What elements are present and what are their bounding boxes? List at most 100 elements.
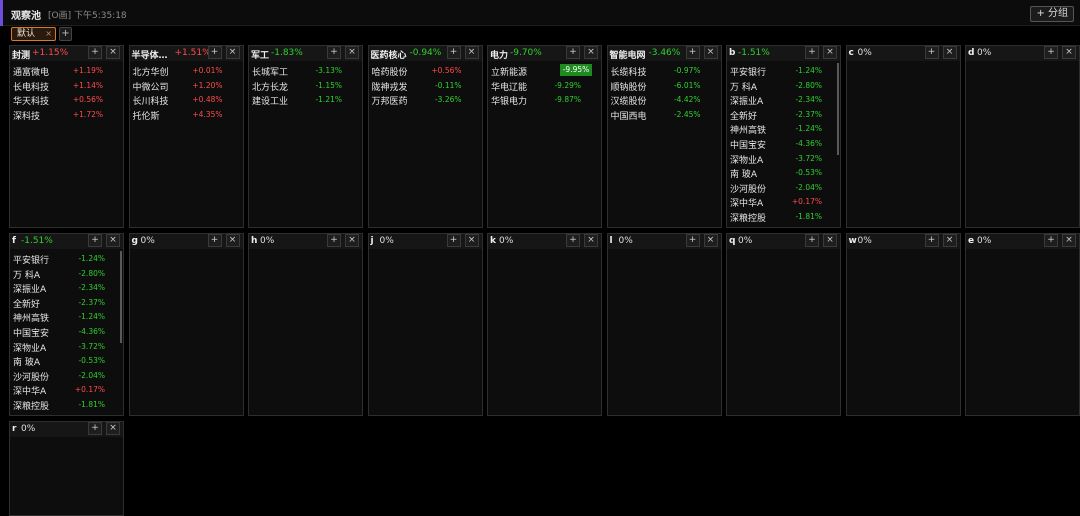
panel-add-button[interactable]: +: [207, 234, 222, 247]
stock-row[interactable]: 中国宝安 -4.36%: [727, 136, 840, 151]
panel-name[interactable]: 智能电网: [610, 48, 646, 61]
panel-name[interactable]: 半导体…: [132, 48, 168, 61]
stock-row[interactable]: 深振业A -2.34%: [10, 280, 123, 295]
stock-row[interactable]: 全新好 -2.37%: [10, 295, 123, 310]
stock-row[interactable]: 平安银行 -1.24%: [10, 251, 123, 266]
panel-name[interactable]: 医药核心: [371, 48, 407, 61]
stock-row[interactable]: 长川科技 +0.48%: [130, 92, 243, 107]
stock-row[interactable]: 深振业A -2.34%: [727, 92, 840, 107]
panel-close-button[interactable]: ×: [703, 234, 718, 247]
panel-add-button[interactable]: +: [88, 234, 102, 247]
tab-close-icon[interactable]: ×: [45, 28, 52, 40]
panel-add-button[interactable]: +: [805, 234, 819, 247]
add-group-button[interactable]: + 分组: [1030, 6, 1074, 22]
stock-row[interactable]: 华银电力 -9.87%: [488, 92, 601, 107]
panel-close-button[interactable]: ×: [106, 46, 120, 59]
panel-close-button[interactable]: ×: [225, 46, 240, 59]
panel-name[interactable]: f: [12, 236, 16, 246]
stock-row[interactable]: 南 玻A -0.53%: [727, 165, 840, 180]
stock-row[interactable]: 托伦斯 +4.35%: [130, 107, 243, 122]
panel-add-button[interactable]: +: [446, 46, 461, 59]
panel-add-button[interactable]: +: [88, 422, 102, 435]
panel-close-button[interactable]: ×: [823, 46, 837, 59]
panel-name[interactable]: b: [729, 48, 735, 58]
panel-name[interactable]: w: [849, 236, 857, 246]
panel-add-button[interactable]: +: [446, 234, 461, 247]
stock-row[interactable]: 汉缆股份 -4.42%: [608, 92, 721, 107]
panel-name[interactable]: 封测: [12, 48, 30, 61]
panel-close-button[interactable]: ×: [942, 234, 957, 247]
stock-row[interactable]: 长电科技 +1.14%: [10, 78, 123, 93]
panel-close-button[interactable]: ×: [464, 234, 479, 247]
panel-close-button[interactable]: ×: [106, 422, 120, 435]
panel-name[interactable]: h: [251, 236, 257, 246]
panel-add-button[interactable]: +: [685, 46, 700, 59]
stock-row[interactable]: 深物业A -3.72%: [10, 339, 123, 354]
stock-row[interactable]: 顺钠股份 -6.01%: [608, 78, 721, 93]
panel-name[interactable]: 军工: [251, 48, 269, 61]
panel-name[interactable]: e: [968, 236, 974, 246]
panel-close-button[interactable]: ×: [1062, 234, 1076, 247]
stock-row[interactable]: 中国西电 -2.45%: [608, 107, 721, 122]
stock-row[interactable]: 陇神戎发 -0.11%: [369, 78, 482, 93]
stock-row[interactable]: 神州高铁 -1.24%: [727, 121, 840, 136]
panel-add-button[interactable]: +: [924, 234, 939, 247]
panel-close-button[interactable]: ×: [106, 234, 120, 247]
panel-add-button[interactable]: +: [566, 234, 580, 247]
stock-row[interactable]: 南 玻A -0.53%: [10, 353, 123, 368]
add-tab-button[interactable]: +: [59, 27, 72, 41]
stock-row[interactable]: 沙河股份 -2.04%: [10, 368, 123, 383]
panel-add-button[interactable]: +: [1044, 234, 1058, 247]
panel-name[interactable]: 电力: [490, 48, 508, 61]
panel-add-button[interactable]: +: [924, 46, 939, 59]
stock-row[interactable]: 深粮控股 -1.81%: [10, 397, 123, 412]
panel-name[interactable]: c: [849, 48, 854, 58]
stock-row[interactable]: 长缆科技 -0.97%: [608, 63, 721, 78]
stock-row[interactable]: 哈药股份 +0.56%: [369, 63, 482, 78]
panel-add-button[interactable]: +: [327, 46, 341, 59]
panel-close-button[interactable]: ×: [345, 234, 359, 247]
stock-row[interactable]: 中国宝安 -4.36%: [10, 324, 123, 339]
stock-row[interactable]: 深中华A +0.17%: [727, 194, 840, 209]
panel-name[interactable]: l: [610, 236, 613, 246]
panel-add-button[interactable]: +: [207, 46, 222, 59]
stock-row[interactable]: 神州高铁 -1.24%: [10, 309, 123, 324]
panel-close-button[interactable]: ×: [823, 234, 837, 247]
stock-row[interactable]: 华天科技 +0.56%: [10, 92, 123, 107]
panel-close-button[interactable]: ×: [703, 46, 718, 59]
panel-add-button[interactable]: +: [327, 234, 341, 247]
stock-row[interactable]: 万 科A -2.80%: [10, 266, 123, 281]
stock-row[interactable]: 平安银行 -1.24%: [727, 63, 840, 78]
stock-row[interactable]: 深中华A +0.17%: [10, 382, 123, 397]
stock-row[interactable]: 建设工业 -1.21%: [249, 92, 362, 107]
panel-name[interactable]: g: [132, 236, 138, 246]
stock-row[interactable]: 中微公司 +1.20%: [130, 78, 243, 93]
stock-row[interactable]: 通富微电 +1.19%: [10, 63, 123, 78]
panel-add-button[interactable]: +: [566, 46, 580, 59]
panel-close-button[interactable]: ×: [584, 234, 598, 247]
panel-close-button[interactable]: ×: [345, 46, 359, 59]
panel-name[interactable]: k: [490, 236, 496, 246]
scrollbar[interactable]: [120, 251, 122, 343]
stock-row[interactable]: 沙河股份 -2.04%: [727, 180, 840, 195]
panel-close-button[interactable]: ×: [464, 46, 479, 59]
panel-name[interactable]: r: [12, 424, 16, 434]
panel-name[interactable]: j: [371, 236, 374, 246]
panel-add-button[interactable]: +: [88, 46, 102, 59]
stock-row[interactable]: 深物业A -3.72%: [727, 151, 840, 166]
stock-row[interactable]: 深科技 +1.72%: [10, 107, 123, 122]
panel-name[interactable]: d: [968, 48, 974, 58]
tab-default[interactable]: 默认 ×: [11, 27, 56, 41]
panel-close-button[interactable]: ×: [584, 46, 598, 59]
stock-row[interactable]: 北方华创 +0.01%: [130, 63, 243, 78]
panel-close-button[interactable]: ×: [942, 46, 957, 59]
panel-add-button[interactable]: +: [685, 234, 700, 247]
panel-add-button[interactable]: +: [805, 46, 819, 59]
stock-row[interactable]: 北方长龙 -1.15%: [249, 78, 362, 93]
scrollbar[interactable]: [837, 63, 839, 155]
stock-row[interactable]: 万邦医药 -3.26%: [369, 92, 482, 107]
panel-add-button[interactable]: +: [1044, 46, 1058, 59]
stock-row[interactable]: 长城军工 -3.13%: [249, 63, 362, 78]
panel-close-button[interactable]: ×: [225, 234, 240, 247]
panel-close-button[interactable]: ×: [1062, 46, 1076, 59]
